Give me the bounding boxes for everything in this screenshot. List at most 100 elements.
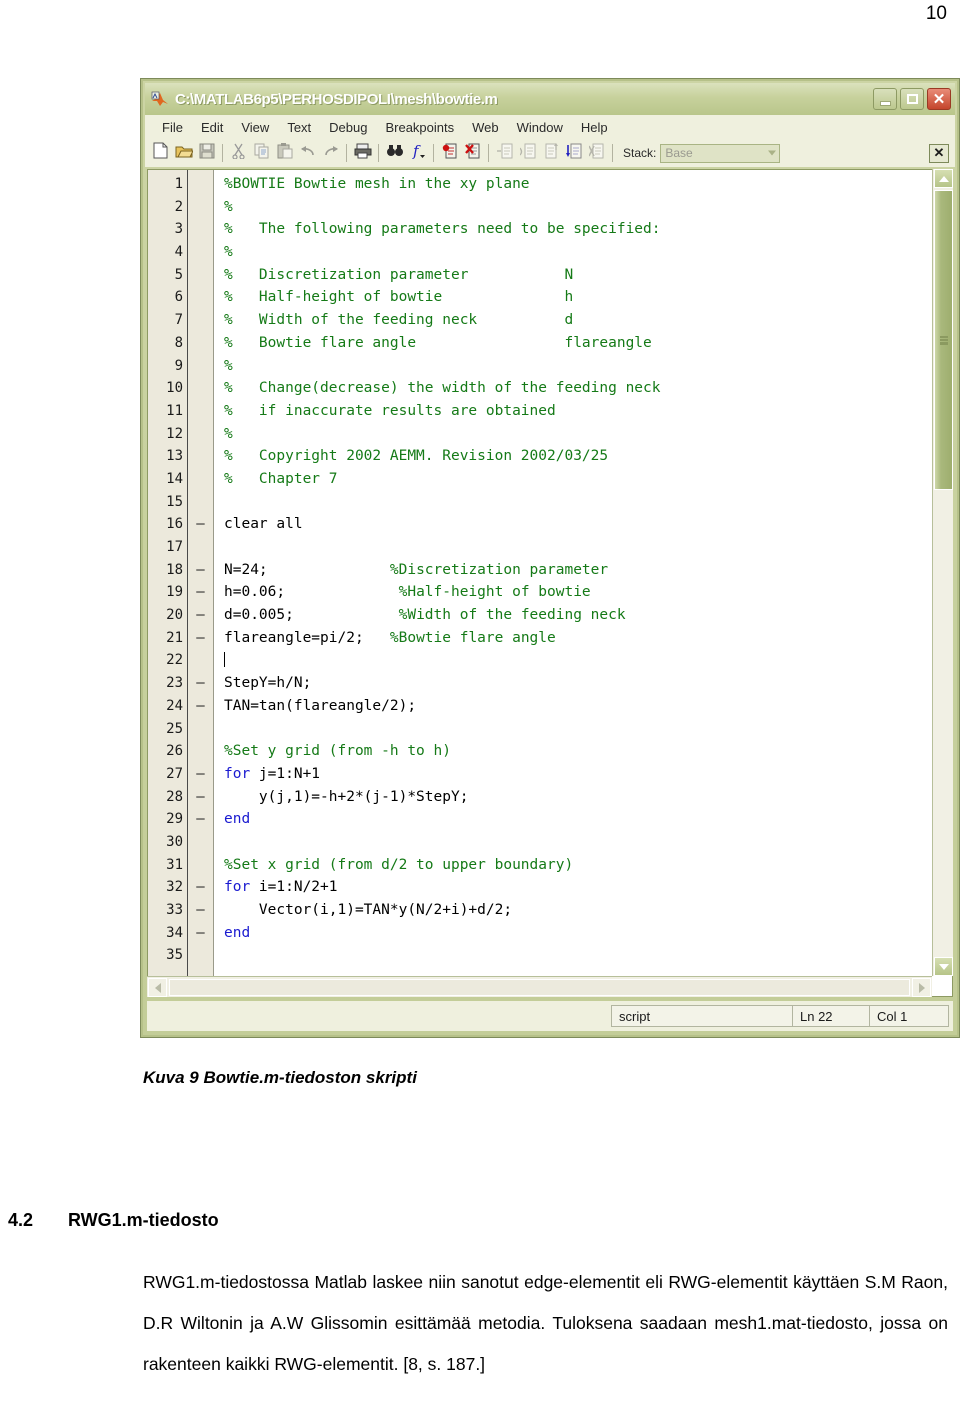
- executable-line-marker[interactable]: –: [188, 763, 213, 786]
- cut-button[interactable]: [227, 142, 250, 164]
- breakpoint-slot[interactable]: [188, 218, 213, 241]
- executable-line-marker[interactable]: –: [188, 559, 213, 582]
- continue-button[interactable]: [562, 142, 585, 164]
- breakpoint-slot[interactable]: [188, 445, 213, 468]
- code-line[interactable]: [224, 536, 952, 559]
- maximize-button[interactable]: [900, 88, 924, 110]
- executable-line-marker[interactable]: –: [188, 808, 213, 831]
- breakpoint-slot[interactable]: [188, 332, 213, 355]
- code-line[interactable]: % Chapter 7: [224, 468, 952, 491]
- code-line[interactable]: TAN=tan(flareangle/2);: [224, 695, 952, 718]
- breakpoint-slot[interactable]: [188, 173, 213, 196]
- menu-item-view[interactable]: View: [232, 118, 278, 137]
- code-line[interactable]: d=0.005; %Width of the feeding neck: [224, 604, 952, 627]
- breakpoint-slot[interactable]: [188, 377, 213, 400]
- code-line[interactable]: % Bowtie flare angle flareangle: [224, 332, 952, 355]
- breakpoint-slot[interactable]: [188, 740, 213, 763]
- menu-item-text[interactable]: Text: [278, 118, 320, 137]
- executable-line-marker[interactable]: –: [188, 786, 213, 809]
- scroll-down-button[interactable]: [934, 957, 953, 976]
- code-line[interactable]: % Discretization parameter N: [224, 264, 952, 287]
- code-line[interactable]: [224, 831, 952, 854]
- breakpoint-gutter[interactable]: – – – – – – – – – – – – –: [188, 170, 214, 996]
- step-button[interactable]: [493, 142, 516, 164]
- print-button[interactable]: [351, 142, 374, 164]
- function-button[interactable]: f: [406, 142, 429, 164]
- menu-item-help[interactable]: Help: [572, 118, 617, 137]
- code-text[interactable]: %BOWTIE Bowtie mesh in the xy plane% % Th…: [214, 170, 952, 996]
- menu-item-file[interactable]: File: [153, 118, 192, 137]
- scroll-right-button[interactable]: [912, 978, 931, 997]
- code-line[interactable]: [224, 491, 952, 514]
- new-file-button[interactable]: [149, 142, 172, 164]
- code-line[interactable]: flareangle=pi/2; %Bowtie flare angle: [224, 627, 952, 650]
- executable-line-marker[interactable]: –: [188, 876, 213, 899]
- menu-item-debug[interactable]: Debug: [320, 118, 376, 137]
- code-line[interactable]: % Copyright 2002 AEMM. Revision 2002/03/…: [224, 445, 952, 468]
- executable-line-marker[interactable]: –: [188, 899, 213, 922]
- code-line[interactable]: %Set y grid (from -h to h): [224, 740, 952, 763]
- executable-line-marker[interactable]: –: [188, 604, 213, 627]
- breakpoint-slot[interactable]: [188, 423, 213, 446]
- code-line[interactable]: %: [224, 423, 952, 446]
- code-editor-area[interactable]: 1 2 3 4 5 6 7 8 9 10 11 12 13 14 15 16 17 18 19 20 21 22 23 24 2…: [147, 169, 953, 997]
- step-in-button[interactable]: [516, 142, 539, 164]
- paste-button[interactable]: [273, 142, 296, 164]
- breakpoint-slot[interactable]: [188, 264, 213, 287]
- code-line[interactable]: % Change(decrease) the width of the feed…: [224, 377, 952, 400]
- menu-item-window[interactable]: Window: [508, 118, 572, 137]
- breakpoint-slot[interactable]: [188, 241, 213, 264]
- code-line[interactable]: StepY=h/N;: [224, 672, 952, 695]
- code-line[interactable]: % Half-height of bowtie h: [224, 286, 952, 309]
- code-line[interactable]: % The following parameters need to be sp…: [224, 218, 952, 241]
- close-document-button[interactable]: ✕: [929, 143, 949, 163]
- clear-breakpoints-button[interactable]: [461, 142, 484, 164]
- undo-button[interactable]: [296, 142, 319, 164]
- breakpoint-slot[interactable]: [188, 309, 213, 332]
- code-line[interactable]: for j=1:N+1: [224, 763, 952, 786]
- code-line[interactable]: %Set x grid (from d/2 to upper boundary): [224, 854, 952, 877]
- code-line[interactable]: [224, 944, 952, 967]
- step-out-button[interactable]: [539, 142, 562, 164]
- redo-button[interactable]: [319, 142, 342, 164]
- breakpoint-slot[interactable]: [188, 491, 213, 514]
- breakpoint-slot[interactable]: [188, 649, 213, 672]
- breakpoint-slot[interactable]: [188, 944, 213, 967]
- executable-line-marker[interactable]: –: [188, 672, 213, 695]
- code-line[interactable]: end: [224, 922, 952, 945]
- code-line[interactable]: for i=1:N/2+1: [224, 876, 952, 899]
- breakpoint-slot[interactable]: [188, 536, 213, 559]
- open-file-button[interactable]: [172, 142, 195, 164]
- executable-line-marker[interactable]: –: [188, 627, 213, 650]
- code-line[interactable]: Vector(i,1)=TAN*y(N/2+i)+d/2;: [224, 899, 952, 922]
- breakpoint-slot[interactable]: [188, 831, 213, 854]
- breakpoint-slot[interactable]: [188, 286, 213, 309]
- vertical-scrollbar[interactable]: [932, 169, 953, 976]
- save-file-button[interactable]: [195, 142, 218, 164]
- breakpoint-slot[interactable]: [188, 196, 213, 219]
- code-line[interactable]: y(j,1)=-h+2*(j-1)*StepY;: [224, 786, 952, 809]
- close-window-button[interactable]: ✕: [927, 88, 951, 110]
- code-line[interactable]: %BOWTIE Bowtie mesh in the xy plane: [224, 173, 952, 196]
- code-line[interactable]: N=24; %Discretization parameter: [224, 559, 952, 582]
- copy-button[interactable]: [250, 142, 273, 164]
- exit-debug-button[interactable]: [585, 142, 608, 164]
- menu-item-web[interactable]: Web: [463, 118, 508, 137]
- code-line[interactable]: end: [224, 808, 952, 831]
- breakpoint-slot[interactable]: [188, 355, 213, 378]
- code-line[interactable]: [224, 649, 952, 672]
- code-line[interactable]: %: [224, 241, 952, 264]
- vertical-scrollbar-thumb[interactable]: [934, 190, 953, 490]
- executable-line-marker[interactable]: –: [188, 922, 213, 945]
- horizontal-scrollbar[interactable]: [147, 976, 932, 997]
- executable-line-marker[interactable]: –: [188, 695, 213, 718]
- horizontal-scrollbar-track[interactable]: [169, 979, 910, 996]
- code-line[interactable]: % Width of the feeding neck d: [224, 309, 952, 332]
- breakpoint-slot[interactable]: [188, 854, 213, 877]
- code-line[interactable]: %: [224, 196, 952, 219]
- scroll-left-button[interactable]: [148, 978, 167, 997]
- set-breakpoint-button[interactable]: [438, 142, 461, 164]
- code-line[interactable]: [224, 718, 952, 741]
- breakpoint-slot[interactable]: [188, 468, 213, 491]
- executable-line-marker[interactable]: –: [188, 513, 213, 536]
